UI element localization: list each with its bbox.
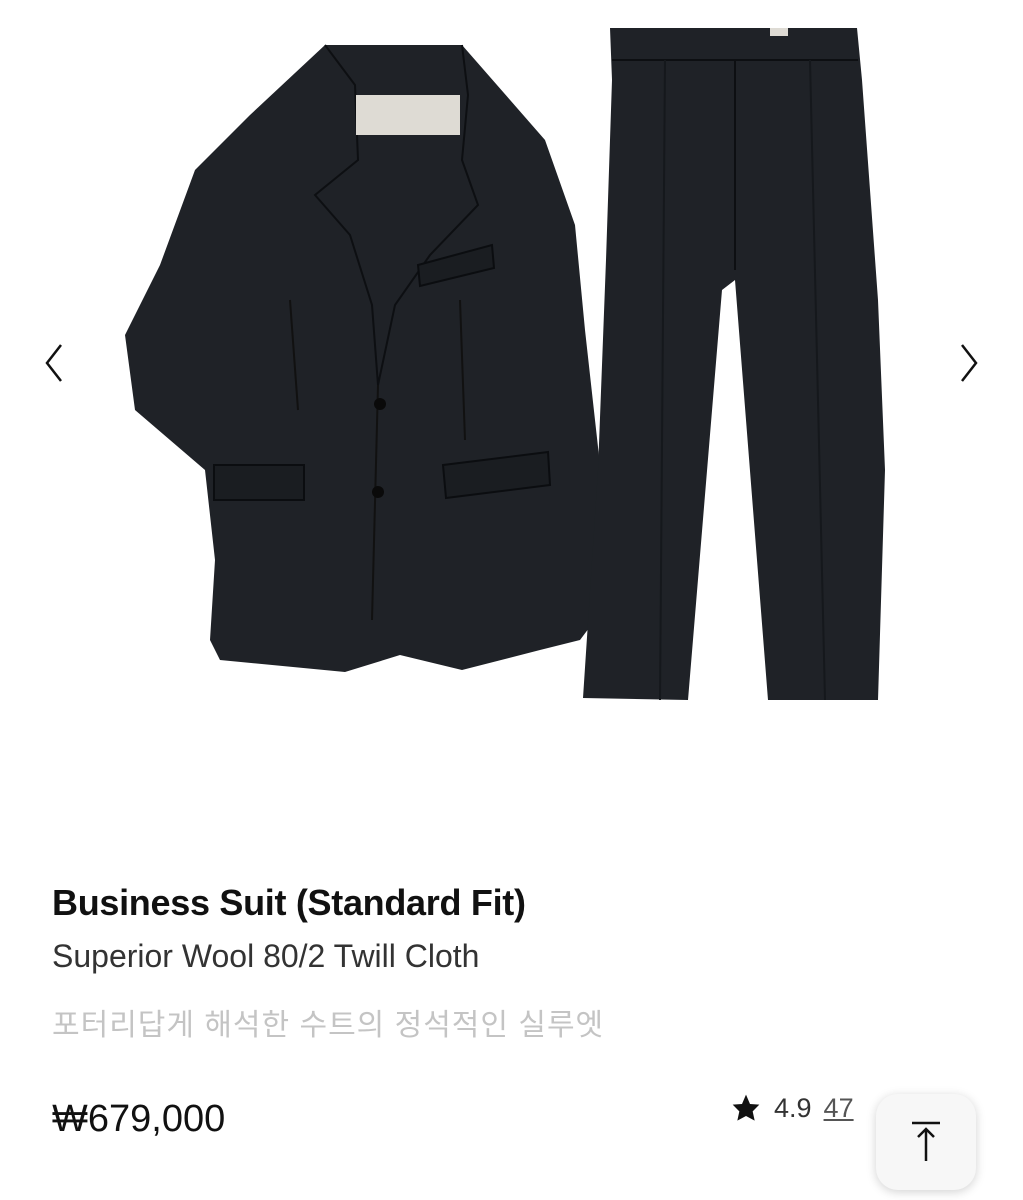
product-description: 포터리답게 해석한 수트의 정석적인 실루엣	[52, 1009, 605, 1042]
product-gallery[interactable]	[0, 0, 1023, 840]
product-title: Business Suit (Standard Fit)	[52, 882, 526, 923]
star-icon	[732, 1094, 760, 1121]
rating-summary: 4.9 47	[730, 1092, 854, 1124]
scroll-to-top-button[interactable]	[876, 1094, 976, 1190]
chevron-left-icon	[45, 344, 62, 382]
gallery-next-button[interactable]	[945, 335, 993, 391]
review-count-link[interactable]: 47	[824, 1093, 854, 1124]
rating-value: 4.9	[774, 1092, 812, 1123]
product-image	[125, 28, 885, 701]
gallery-prev-button[interactable]	[30, 335, 78, 391]
arrow-up-to-top-icon	[912, 1121, 940, 1161]
jacket-illustration	[125, 44, 640, 672]
trousers-illustration	[583, 28, 885, 701]
product-subtitle: Superior Wool 80/2 Twill Cloth	[52, 938, 480, 974]
chevron-right-icon	[961, 344, 978, 382]
product-price: ₩679,000	[52, 1098, 226, 1140]
